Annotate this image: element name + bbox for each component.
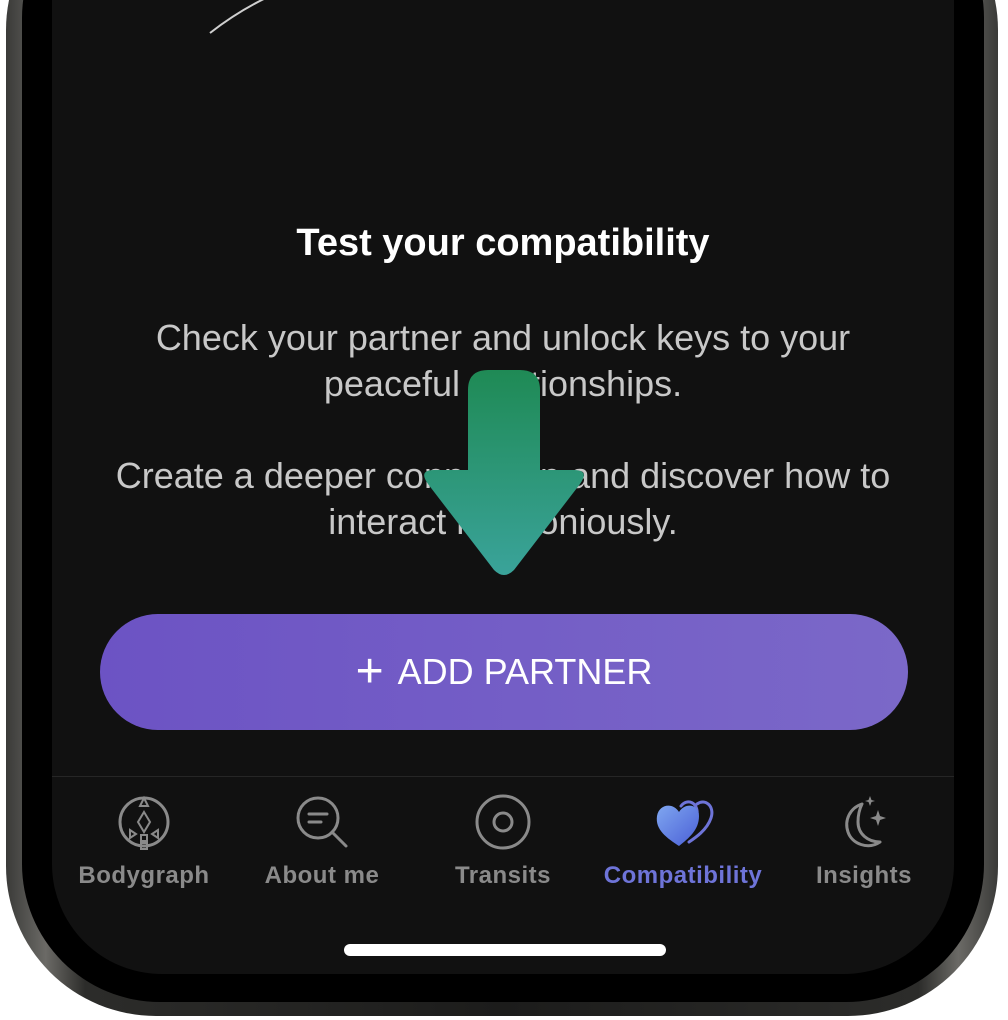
down-arrow-icon [424, 370, 584, 575]
hearts-icon [656, 800, 714, 846]
tab-insights[interactable]: Insights [774, 790, 954, 890]
add-partner-label: ADD PARTNER [397, 651, 653, 692]
search-text-icon [296, 796, 348, 848]
moon-stars-icon [845, 796, 886, 848]
tab-compatibility[interactable]: Compatibility [593, 790, 773, 890]
add-partner-button[interactable]: + ADD PARTNER [100, 614, 908, 730]
tab-label: Transits [454, 862, 552, 889]
tab-label: Insights [815, 862, 912, 889]
bodygraph-icon [118, 795, 170, 850]
app-screen: Test your compatibility Check your partn… [52, 0, 954, 974]
home-indicator [344, 944, 666, 956]
tab-label: About me [264, 862, 380, 889]
decorative-line [209, 0, 265, 34]
page-title: Test your compatibility [296, 222, 710, 264]
tabbar-divider [52, 776, 954, 777]
tab-bodygraph[interactable]: Bodygraph [54, 790, 234, 890]
tab-transits[interactable]: Transits [413, 790, 593, 890]
target-icon [475, 794, 531, 850]
tab-label: Bodygraph [78, 862, 210, 889]
plus-icon: + [355, 645, 384, 698]
tab-label: Compatibility [603, 862, 763, 889]
tab-about-me[interactable]: About me [232, 790, 412, 890]
